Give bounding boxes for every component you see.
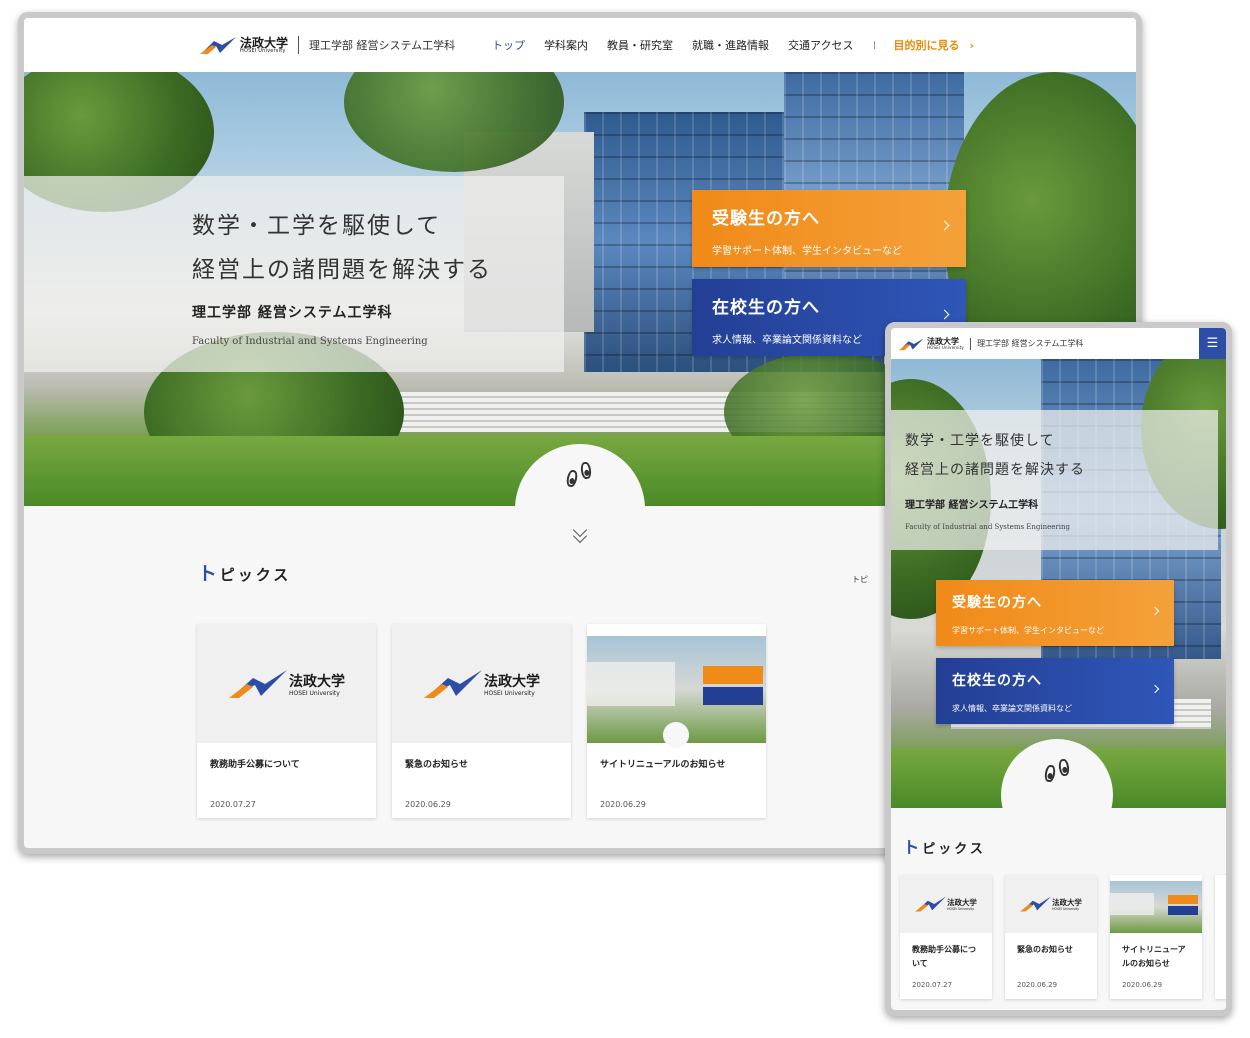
logo-text-en: HOSEI University [289,690,340,697]
card-image: 法政大学 HOSEI University [392,624,571,743]
hosei-logo-icon: 法政大学 HOSEI University [423,669,540,698]
card-image: 法政大学 HOSEI University [197,624,376,743]
topics-heading: トピックス [903,838,986,857]
dept-name: 理工学部 経営システム工学科 [309,39,456,52]
site-logo[interactable]: 法政大学 HOSEI University 理工学部 経営システム工学科 [899,337,1083,351]
topics-heading: トピックス [198,563,292,585]
offscreen-topics-text: トピ [852,575,868,584]
hero-catchphrase-1: 数学・工学を駆使して [192,213,442,239]
logo-text-en: HOSEI University [240,47,286,54]
students-title: 在校生の方へ [952,673,1042,689]
students-button[interactable]: 在校生の方へ 求人情報、卒業論文関係資料など [936,658,1174,724]
card-date: 2020.07.27 [912,981,953,989]
mobile-header: 法政大学 HOSEI University 理工学部 経営システム工学科 ☰ [891,328,1226,359]
students-subtitle: 求人情報、卒業論文関係資料など [952,704,1072,713]
logo-text-jp: 法政大学 [1052,897,1082,907]
card-image: 法政大学 HOSEI University [1005,875,1097,933]
applicants-title: 受験生の方へ [952,595,1042,611]
hero-catchphrase-2: 経営上の諸問題を解決する [905,462,1085,478]
hosei-logo-icon: 法政大学 HOSEI University [1020,896,1082,912]
mobile-hero-text-panel: 数学・工学を駆使して 経営上の諸問題を解決する 理工学部 経営システム工学科 F… [891,410,1218,550]
footprint-icon [579,461,593,480]
hosei-logo-icon [200,37,236,54]
card-title: 教務助手公募について [210,760,300,770]
chevron-right-icon [939,309,950,320]
topic-card[interactable]: 法政大学 HOSEI University 緊急のお知らせ 2020.06.29 [392,624,571,818]
hosei-logo-icon: 法政大学 HOSEI University [228,669,345,698]
topic-card[interactable]: 法政大学 HOSEI University 教務助手公募につ いて 2020.0… [900,875,992,999]
hero-dept-en: Faculty of Industrial and Systems Engine… [905,523,1070,531]
logo-text-en: HOSEI University [1052,907,1079,911]
card-date: 2020.07.27 [210,800,256,809]
topic-card-partial [1215,875,1226,999]
hero-catchphrase-1: 数学・工学を駆使して [905,433,1055,449]
nav-by-purpose[interactable]: 目的別に見る › [893,37,974,53]
mobile-mockup: 法政大学 HOSEI University 理工学部 経営システム工学科 ☰ 数… [885,322,1232,1016]
topic-card[interactable]: 法政大学 HOSEI University 緊急のお知らせ 2020.06.29 [1005,875,1097,999]
hosei-logo-icon [899,338,924,350]
topic-card[interactable]: 法政大学 HOSEI University 教務助手公募について 2020.07… [197,624,376,818]
logo-text-jp: 法政大学 [240,35,289,50]
logo-text-en: HOSEI University [484,690,535,697]
nav-top[interactable]: トップ [492,37,525,53]
logo-divider [970,337,972,350]
card-title: サイトリニューア ルのお知らせ [1122,945,1186,968]
applicants-button[interactable]: 受験生の方へ 学習サポート体制、学生インタビューなど [692,190,966,267]
card-date: 2020.06.29 [600,800,646,809]
card-title: 緊急のお知らせ [405,760,468,770]
hosei-logo-icon: 法政大学 HOSEI University [915,896,977,912]
card-title: 教務助手公募につ いて [912,945,976,968]
card-image-site-thumbnail [1110,875,1202,933]
card-title: サイトリニューアルのお知らせ [600,760,726,770]
logo-text-jp: 法政大学 [947,897,977,907]
card-image-site-thumbnail [587,624,766,748]
chevron-right-icon [1150,606,1160,616]
hero-dept: 理工学部 経営システム工学科 [905,500,1039,511]
footprint-icon [1057,758,1071,777]
applicants-button[interactable]: 受験生の方へ 学習サポート体制、学生インタビューなど [936,580,1174,646]
nav-career[interactable]: 就職・進路情報 [692,37,769,53]
chevron-right-icon: › [969,39,974,52]
applicants-subtitle: 学習サポート体制、学生インタビューなど [712,246,902,257]
logo-text-en: HOSEI University [927,344,965,350]
menu-icon: ☰ [1206,336,1219,351]
card-date: 2020.06.29 [1017,981,1058,989]
topic-card[interactable]: サイトリニューア ルのお知らせ 2020.06.29 [1110,875,1202,999]
logo-divider [298,36,300,54]
chevron-right-icon [1150,684,1160,694]
nav-faculty-labs[interactable]: 教員・研究室 [607,37,673,53]
hero-dept-en: Faculty of Industrial and Systems Engine… [192,336,428,347]
card-date: 2020.06.29 [1122,981,1163,989]
logo-text-jp: 法政大学 [484,673,540,690]
card-date: 2020.06.29 [405,800,451,809]
footprint-icon [1043,764,1057,783]
hero-text-panel: 数学・工学を駆使して 経営上の諸問題を解決する 理工学部 経営システム工学科 F… [24,176,564,372]
hero-catchphrase-2: 経営上の諸問題を解決する [192,257,492,283]
footprint-icon [565,469,579,488]
applicants-title: 受験生の方へ [712,209,820,229]
dept-name: 理工学部 経営システム工学科 [977,339,1084,348]
site-header: 法政大学 HOSEI University 理工学部 経営システム工学科 トップ… [24,18,1136,72]
card-title: 緊急のお知らせ [1017,945,1073,954]
chevron-right-icon [939,220,950,231]
nav-department-guide[interactable]: 学科案内 [544,37,588,53]
site-logo[interactable]: 法政大学 HOSEI University 理工学部 経営システム工学科 [200,35,455,55]
nav-divider [874,41,876,49]
global-nav: トップ 学科案内 教員・研究室 就職・進路情報 交通アクセス 目的別に見る › [492,18,993,72]
mobile-hero: 数学・工学を駆使して 経営上の諸問題を解決する 理工学部 経営システム工学科 F… [891,359,1226,808]
nav-access[interactable]: 交通アクセス [788,37,853,53]
topic-card[interactable]: サイトリニューアルのお知らせ 2020.06.29 [587,624,766,818]
applicants-subtitle: 学習サポート体制、学生インタビューなど [952,626,1104,635]
students-title: 在校生の方へ [712,298,820,318]
logo-text-en: HOSEI University [947,907,974,911]
card-image: 法政大学 HOSEI University [900,875,992,933]
logo-text-jp: 法政大学 [289,673,345,690]
hamburger-menu-button[interactable]: ☰ [1199,328,1226,359]
students-subtitle: 求人情報、卒業論文関係資料など [712,335,862,346]
hero-dept: 理工学部 経営システム工学科 [192,305,393,321]
